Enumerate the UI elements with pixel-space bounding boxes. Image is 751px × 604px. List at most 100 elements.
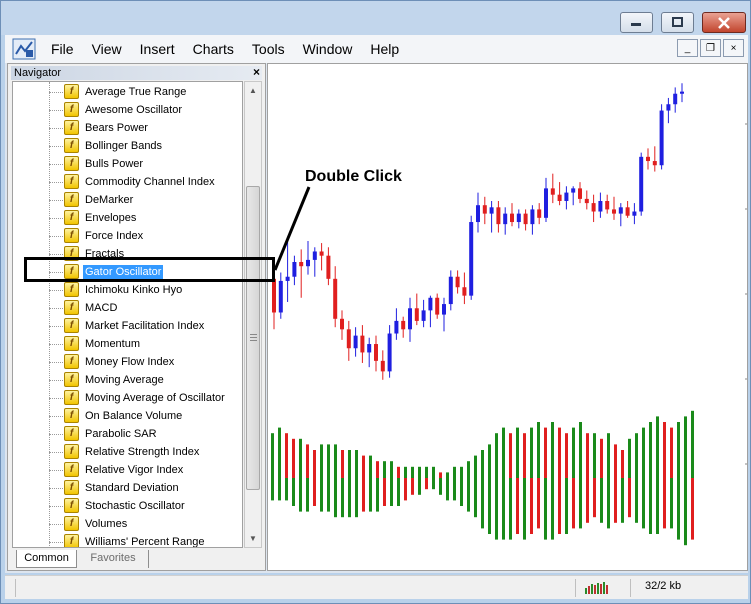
navigator-scrollbar[interactable]: ▲ ▼ xyxy=(244,81,262,548)
gator-upper-bar xyxy=(383,461,386,478)
gator-lower-bar xyxy=(481,478,484,529)
candle-body xyxy=(387,333,392,372)
gator-upper-bar xyxy=(558,427,561,478)
tree-item-label: Awesome Oscillator xyxy=(85,104,182,116)
tree-item-label: Relative Strength Index xyxy=(85,446,200,458)
menu-window[interactable]: Window xyxy=(294,35,362,63)
tree-item-label: MACD xyxy=(85,302,118,314)
gator-upper-bar xyxy=(474,455,477,478)
candle-body xyxy=(346,329,351,349)
candlestick-series xyxy=(272,83,684,380)
gator-lower-bar xyxy=(306,478,309,512)
candle-body xyxy=(278,280,283,313)
chart-window[interactable] xyxy=(267,63,748,571)
tree-item[interactable]: f Stochastic Oscillator xyxy=(49,497,242,515)
tree-item-label: Stochastic Oscillator xyxy=(85,500,185,512)
tree-item[interactable]: f Bulls Power xyxy=(49,155,242,173)
app-window: File View Insert Charts Tools Window Hel… xyxy=(0,0,751,604)
scroll-up-arrow-icon[interactable]: ▲ xyxy=(245,82,261,99)
scroll-down-arrow-icon[interactable]: ▼ xyxy=(245,530,261,547)
gator-lower-bar xyxy=(523,478,526,540)
tree-item[interactable]: f Standard Deviation xyxy=(49,479,242,497)
close-button[interactable] xyxy=(702,12,746,33)
indicator-icon: f xyxy=(64,174,79,189)
gator-upper-bar xyxy=(362,455,365,478)
tree-item[interactable]: f MACD xyxy=(49,299,242,317)
menu-view[interactable]: View xyxy=(83,35,131,63)
candle-body xyxy=(598,201,603,212)
gator-upper-bar xyxy=(537,422,540,478)
gator-lower-bar xyxy=(341,478,344,518)
gator-upper-bar xyxy=(341,450,344,478)
gator-upper-bar xyxy=(376,461,379,478)
candle-body xyxy=(455,276,460,288)
gator-upper-bar xyxy=(355,450,358,478)
menu-file[interactable]: File xyxy=(42,35,83,63)
tree-item[interactable]: f Volumes xyxy=(49,515,242,533)
close-icon xyxy=(718,16,730,29)
menu-help[interactable]: Help xyxy=(361,35,408,63)
candle-body xyxy=(503,213,508,225)
tree-item[interactable]: f On Balance Volume xyxy=(49,407,242,425)
navigator-close-button[interactable]: × xyxy=(253,65,260,79)
tree-item[interactable]: f Bollinger Bands xyxy=(49,137,242,155)
tree-item[interactable]: f DeMarker xyxy=(49,191,242,209)
navigator-tabs: Common Favorites xyxy=(12,550,262,570)
indicator-icon: f xyxy=(64,84,79,99)
gator-lower-bar xyxy=(376,478,379,512)
tree-item[interactable]: f Money Flow Index xyxy=(49,353,242,371)
tree-item[interactable]: f Momentum xyxy=(49,335,242,353)
candle-body xyxy=(591,203,596,212)
tree-item[interactable]: f Average True Range xyxy=(49,83,242,101)
tree-item[interactable]: f Relative Vigor Index xyxy=(49,461,242,479)
menu-tools[interactable]: Tools xyxy=(243,35,294,63)
annotation-highlight-box xyxy=(24,257,275,282)
candle-body xyxy=(299,262,304,267)
gator-lower-bar xyxy=(285,478,288,501)
tree-item[interactable]: f Parabolic SAR xyxy=(49,425,242,443)
gator-lower-bar xyxy=(488,478,491,534)
candle-body xyxy=(564,192,569,201)
menu-charts[interactable]: Charts xyxy=(184,35,243,63)
tree-item-label: Moving Average of Oscillator xyxy=(85,392,225,404)
gator-upper-bar xyxy=(460,466,463,478)
status-bar: 32/2 kb xyxy=(5,575,748,599)
minimize-button[interactable] xyxy=(620,12,653,33)
mdi-close-button[interactable]: × xyxy=(723,39,744,57)
gator-lower-bar xyxy=(663,478,666,529)
candle-body xyxy=(306,259,310,267)
tree-item[interactable]: f Awesome Oscillator xyxy=(49,101,242,119)
candle-body xyxy=(557,194,562,201)
tab-common[interactable]: Common xyxy=(16,550,77,568)
candle-body xyxy=(639,156,644,212)
tree-item[interactable]: f Bears Power xyxy=(49,119,242,137)
tree-item[interactable]: f Force Index xyxy=(49,227,242,245)
gator-lower-bar xyxy=(551,478,554,540)
candle-body xyxy=(496,207,501,225)
candle-body xyxy=(428,297,433,311)
gator-upper-bar xyxy=(509,433,512,478)
mdi-minimize-button[interactable]: _ xyxy=(677,39,698,57)
gator-lower-bar xyxy=(348,478,351,518)
indicator-icon: f xyxy=(64,192,79,207)
gator-lower-bar xyxy=(439,478,442,495)
gator-lower-bar xyxy=(334,478,337,518)
menu-insert[interactable]: Insert xyxy=(131,35,184,63)
tree-item[interactable]: f Commodity Channel Index xyxy=(49,173,242,191)
restore-button[interactable] xyxy=(661,12,694,33)
tree-item[interactable]: f Moving Average of Oscillator xyxy=(49,389,242,407)
tree-item[interactable]: f Relative Strength Index xyxy=(49,443,242,461)
scroll-thumb[interactable] xyxy=(246,186,260,490)
tree-item[interactable]: f Market Facilitation Index xyxy=(49,317,242,335)
gator-lower-bar xyxy=(446,478,449,501)
navigator-tree[interactable]: f Average True Range f Awesome Oscillator f B… xyxy=(12,81,243,548)
tree-item[interactable]: f Williams' Percent Range xyxy=(49,533,242,547)
gator-upper-bar xyxy=(530,427,533,478)
tree-item[interactable]: f Moving Average xyxy=(49,371,242,389)
candle-body xyxy=(469,222,474,296)
mdi-restore-button[interactable]: ❐ xyxy=(700,39,721,57)
tree-item[interactable]: f Ichimoku Kinko Hyo xyxy=(49,281,242,299)
tab-favorites[interactable]: Favorites xyxy=(78,550,149,568)
gator-upper-bar xyxy=(691,410,694,478)
tree-item[interactable]: f Envelopes xyxy=(49,209,242,227)
